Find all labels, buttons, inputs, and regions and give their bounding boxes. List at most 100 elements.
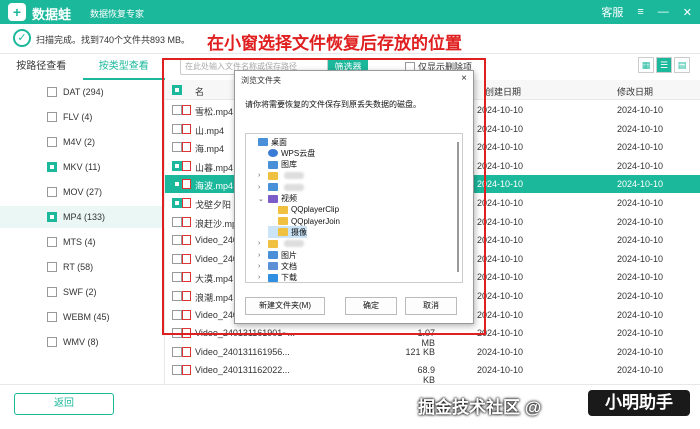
sidebar-item-label: SWF (2) bbox=[63, 287, 97, 297]
tree-node-label: QQplayerClip bbox=[291, 205, 340, 215]
new-folder-button[interactable]: 新建文件夹(M) bbox=[245, 297, 325, 315]
modified-date: 2024-10-10 bbox=[617, 272, 664, 283]
app-logo-icon: + bbox=[8, 3, 26, 21]
tree-expand-icon[interactable]: › bbox=[258, 172, 265, 179]
grid-view-icon[interactable]: ▦ bbox=[638, 57, 654, 73]
dialog-close-icon[interactable]: × bbox=[461, 73, 467, 84]
sidebar-item-type[interactable]: WEBM (45) bbox=[0, 306, 165, 328]
tree-node-label: QQplayerJoin bbox=[291, 216, 340, 226]
type-checkbox[interactable] bbox=[47, 212, 57, 222]
row-checkbox[interactable] bbox=[172, 346, 182, 357]
sidebar-item-type[interactable]: RT (58) bbox=[0, 256, 165, 278]
tree-node-label: 桌面 bbox=[271, 137, 287, 147]
watermark-pill: 小明助手 bbox=[588, 390, 690, 416]
sidebar-item-type[interactable]: FLV (4) bbox=[0, 106, 165, 128]
type-checkbox[interactable] bbox=[47, 187, 57, 197]
sidebar-item-label: RT (58) bbox=[63, 262, 94, 272]
modified-date: 2024-10-10 bbox=[617, 123, 664, 134]
gallery-icon bbox=[268, 160, 278, 169]
type-checkbox[interactable] bbox=[47, 237, 57, 247]
tree-node[interactable]: › bbox=[258, 170, 304, 182]
tree-node-label: WPS云盘 bbox=[281, 148, 316, 158]
type-checkbox[interactable] bbox=[47, 312, 57, 322]
modified-date: 2024-10-10 bbox=[617, 346, 664, 357]
type-checkbox[interactable] bbox=[47, 112, 57, 122]
menu-icon[interactable]: ≡ bbox=[637, 6, 643, 18]
sidebar-item-label: M4V (2) bbox=[63, 137, 96, 147]
sidebar-item-type[interactable]: MOV (27) bbox=[0, 181, 165, 203]
tree-expand-icon[interactable]: ⌄ bbox=[258, 195, 265, 203]
tree-node[interactable]: WPS云盘 bbox=[258, 147, 315, 159]
folder-icon bbox=[268, 239, 278, 248]
type-checkbox[interactable] bbox=[47, 337, 57, 347]
sidebar-item-label: FLV (4) bbox=[63, 112, 93, 122]
ok-button[interactable]: 确定 bbox=[345, 297, 397, 315]
header-created[interactable]: 创建日期 bbox=[485, 85, 521, 98]
sidebar-item-type[interactable]: WMV (8) bbox=[0, 331, 165, 353]
type-checkbox[interactable] bbox=[47, 137, 57, 147]
sidebar-item-label: WMV (8) bbox=[63, 337, 99, 347]
sidebar-item-label: WEBM (45) bbox=[63, 312, 110, 322]
tree-expand-icon[interactable]: › bbox=[258, 184, 265, 191]
tree-expand-icon[interactable]: › bbox=[258, 274, 265, 281]
tree-node[interactable]: 摄像 bbox=[268, 226, 307, 239]
row-checkbox[interactable] bbox=[172, 365, 182, 376]
tree-expand-icon[interactable]: › bbox=[258, 252, 265, 259]
tree-node[interactable]: › bbox=[258, 238, 304, 250]
user-icon bbox=[268, 171, 278, 180]
folder-tree[interactable]: 桌面 WPS云盘 图库 › › ⌄ 视频 QQplayerClip QQplayerJoin 摄像… bbox=[245, 133, 463, 283]
video-folder-icon bbox=[268, 194, 278, 203]
title-bar: + 数据蛙 数据恢复专家 客服 ≡ — ✕ bbox=[0, 0, 700, 24]
tree-node[interactable]: ⌄ 视频 bbox=[258, 193, 297, 205]
sidebar-item-type[interactable]: MKV (11) bbox=[0, 156, 165, 178]
tree-node[interactable]: › 图片 bbox=[258, 249, 297, 261]
modified-date: 2024-10-10 bbox=[617, 328, 664, 339]
created-date: 2024-10-10 bbox=[477, 346, 524, 357]
tree-node[interactable]: QQplayerJoin bbox=[268, 215, 340, 227]
sidebar-item-type[interactable]: SWF (2) bbox=[0, 281, 165, 303]
tree-node[interactable]: QQplayerClip bbox=[268, 204, 339, 216]
type-checkbox[interactable] bbox=[47, 162, 57, 172]
video-file-icon bbox=[182, 346, 191, 357]
pictures-folder-icon bbox=[268, 251, 278, 259]
video-file-icon bbox=[182, 365, 191, 376]
sidebar-item-type[interactable]: DAT (294) bbox=[0, 81, 165, 103]
desktop-folder-icon bbox=[258, 138, 268, 146]
table-row[interactable]: Video_240131161956... 121 KB 2024-10-10 202… bbox=[165, 343, 700, 361]
tree-node-label: 图片 bbox=[281, 250, 297, 260]
tree-expand-icon[interactable]: › bbox=[258, 263, 265, 270]
scan-complete-icon: ✓ bbox=[13, 29, 31, 47]
minimize-icon[interactable]: — bbox=[658, 6, 669, 18]
tab-by-path[interactable]: 按路径查看 bbox=[0, 54, 83, 80]
type-checkbox[interactable] bbox=[47, 262, 57, 272]
tree-node[interactable]: › bbox=[258, 181, 304, 193]
close-icon[interactable]: ✕ bbox=[683, 6, 692, 19]
header-modified[interactable]: 修改日期 bbox=[617, 85, 653, 98]
annotation-text: 在小窗选择文件恢复后存放的位置 bbox=[207, 34, 462, 53]
detail-view-icon[interactable]: ▤ bbox=[674, 57, 690, 73]
file-size: 68.9 KB bbox=[417, 365, 435, 384]
browse-folder-dialog: 浏览文件夹 × 请你将需要恢复的文件保存到原丢失数据的磁盘。 桌面 WPS云盘 图库… bbox=[234, 70, 474, 324]
cancel-button[interactable]: 取消 bbox=[405, 297, 457, 315]
tree-expand-icon[interactable]: › bbox=[258, 240, 265, 247]
tab-by-type[interactable]: 按类型查看 bbox=[82, 54, 165, 80]
modified-date: 2024-10-10 bbox=[617, 365, 664, 376]
type-checkbox[interactable] bbox=[47, 87, 57, 97]
tree-node[interactable]: 图库 bbox=[258, 159, 297, 171]
tree-node[interactable]: › 文档 bbox=[258, 260, 297, 272]
tree-node[interactable]: › 下载 bbox=[258, 272, 297, 282]
sidebar-item-type[interactable]: M4V (2) bbox=[0, 131, 165, 153]
type-checkbox[interactable] bbox=[47, 287, 57, 297]
table-row[interactable]: Video_240131162022... 68.9 KB 2024-10-10 20… bbox=[165, 361, 700, 384]
file-size: 121 KB bbox=[405, 346, 435, 357]
tree-node[interactable]: 桌面 bbox=[248, 136, 287, 148]
support-button[interactable]: 客服 bbox=[601, 4, 623, 20]
app-subtitle: 数据恢复专家 bbox=[90, 9, 145, 19]
sidebar-item-type[interactable]: MP4 (133) bbox=[0, 206, 165, 228]
cloud-icon bbox=[268, 149, 278, 158]
list-view-icon[interactable]: ☰ bbox=[656, 57, 672, 73]
back-button[interactable]: 返回 bbox=[14, 393, 114, 415]
sidebar-item-type[interactable]: MTS (4) bbox=[0, 231, 165, 253]
file-name: Video_240131161956... bbox=[195, 346, 290, 357]
tree-scrollbar[interactable] bbox=[457, 142, 459, 272]
